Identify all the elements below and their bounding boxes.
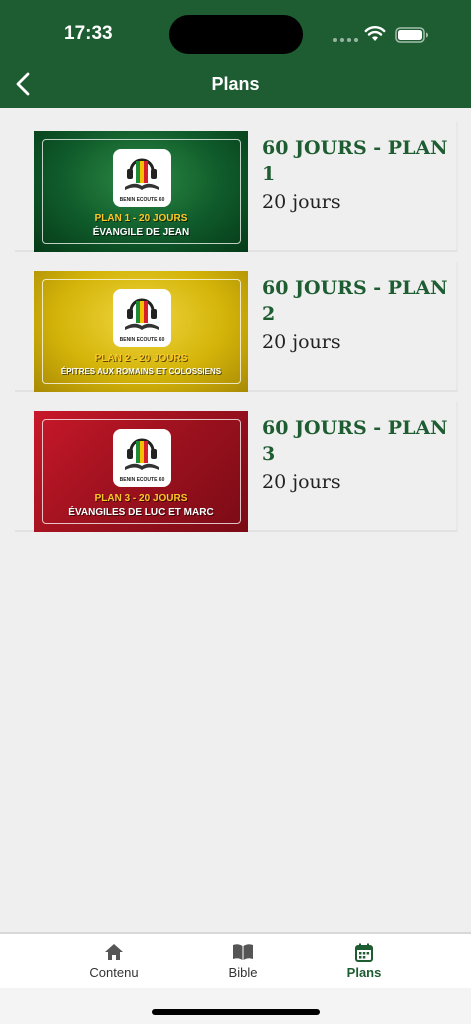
tab-bible[interactable]: Bible	[193, 942, 293, 980]
tab-label: Plans	[346, 965, 382, 980]
thumbnail-plan-line: PLAN 3 - 20 JOURS	[94, 493, 188, 504]
page-title: Plans	[211, 74, 260, 94]
logo-image: BENIN ECOUTE 60	[113, 429, 171, 487]
cellular-signal-icon	[333, 38, 358, 42]
logo-image: BENIN ECOUTE 60	[113, 289, 171, 347]
tab-label: Bible	[228, 965, 258, 980]
plan-thumbnail: BENIN ECOUTE 60 PLAN 1 - 20 JOURS ÉVANGI…	[34, 131, 248, 252]
plan-thumbnail: BENIN ECOUTE 60 PLAN 2 - 20 JOURS ÉPITRE…	[34, 271, 248, 392]
plans-list: BENIN ECOUTE 60 PLAN 1 - 20 JOURS ÉVANGI…	[15, 122, 458, 542]
plan-title: 60 JOURS - PLAN 3	[262, 417, 448, 465]
home-icon	[105, 944, 123, 960]
thumbnail-plan-line: PLAN 2 - 20 JOURS	[94, 353, 188, 364]
tab-plans[interactable]: Plans	[314, 942, 414, 980]
battery-icon	[395, 27, 428, 43]
plan-duration: 20 jours	[262, 191, 341, 213]
tab-label: Contenu	[89, 965, 139, 980]
safe-area-bottom	[0, 988, 471, 1024]
home-indicator[interactable]	[152, 1009, 320, 1015]
thumbnail-book-line: ÉVANGILE DE JEAN	[92, 227, 190, 238]
logo-image: BENIN ECOUTE 60	[113, 149, 171, 207]
calendar-icon	[355, 943, 373, 962]
wifi-icon	[364, 26, 386, 41]
plan-row-3[interactable]: BENIN ECOUTE 60 PLAN 3 - 20 JOURS ÉVANGI…	[15, 402, 458, 532]
status-time: 17:33	[64, 23, 113, 44]
book-open-icon	[233, 944, 253, 960]
plan-row-1[interactable]: BENIN ECOUTE 60 PLAN 1 - 20 JOURS ÉVANGI…	[15, 122, 458, 252]
thumbnail-book-line: ÉPITRES AUX ROMAINS ET COLOSSIENS	[60, 367, 222, 376]
plan-title: 60 JOURS - PLAN 1	[262, 137, 448, 185]
thumbnail-book-line: ÉVANGILES DE LUC ET MARC	[68, 507, 214, 518]
tab-bar: Contenu Bible Plans	[0, 932, 471, 988]
plan-duration: 20 jours	[262, 471, 341, 493]
plan-row-2[interactable]: BENIN ECOUTE 60 PLAN 2 - 20 JOURS ÉPITRE…	[15, 262, 458, 392]
dynamic-island	[169, 15, 303, 54]
thumbnail-plan-line: PLAN 1 - 20 JOURS	[94, 213, 188, 224]
app-header: 17:33 Plans	[0, 0, 471, 108]
plan-duration: 20 jours	[262, 331, 341, 353]
plan-thumbnail: BENIN ECOUTE 60 PLAN 3 - 20 JOURS ÉVANGI…	[34, 411, 248, 532]
plan-title: 60 JOURS - PLAN 2	[262, 277, 448, 325]
tab-contenu[interactable]: Contenu	[64, 942, 164, 980]
